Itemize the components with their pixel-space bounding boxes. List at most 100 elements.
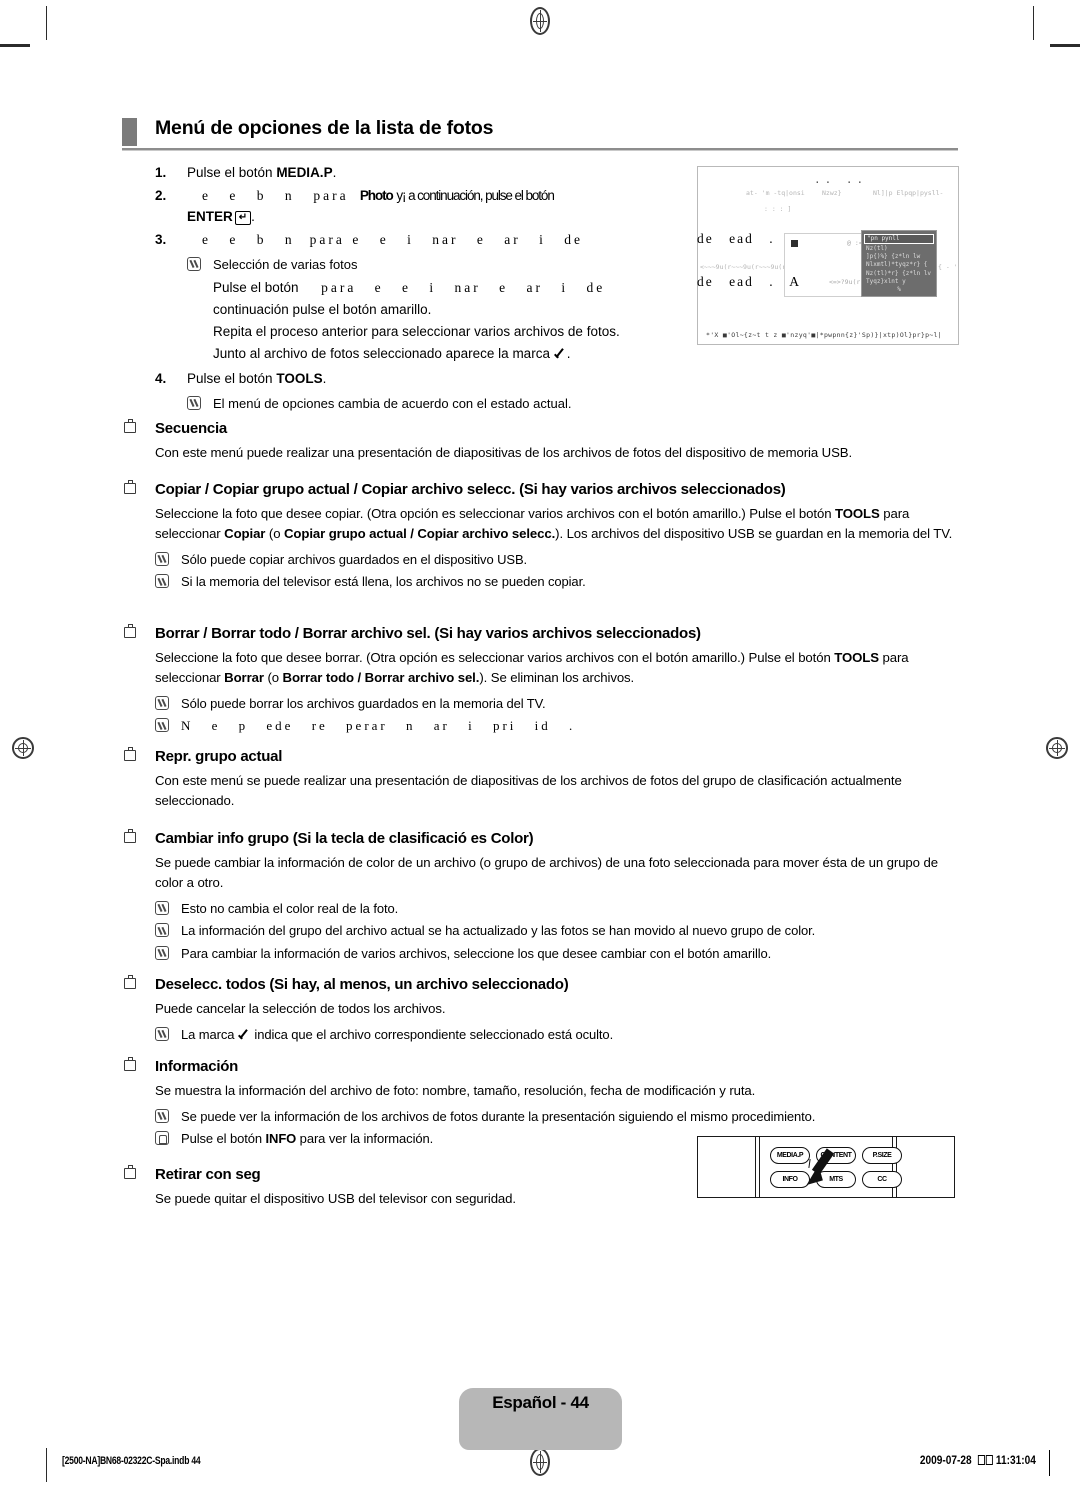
step-3-number: 3.	[155, 231, 167, 247]
tv-blur-top-3: Nl]|p Elpqp|pysll-	[873, 189, 944, 197]
paragraph: Seleccione la foto que desee borrar. (Ot…	[155, 648, 962, 688]
step-2-gap-1: e e b n	[202, 187, 295, 203]
figure-caption-a: de ead .	[697, 231, 775, 246]
missing-glyph-box	[985, 1455, 993, 1465]
paragraph: Puede cancelar la selección de todos los…	[155, 1001, 446, 1016]
note-item: Esto no cambia el color real de la foto.	[155, 899, 962, 919]
run-bold: TOOLS	[834, 650, 879, 665]
step-1-button-name: MEDIA.P	[276, 165, 333, 180]
note-text-after: indica que el archivo correspondiente se…	[254, 1026, 614, 1042]
note-pencil-icon	[155, 551, 169, 566]
tv-bottom-strip: *'X ■'Ol~{z~t t z ■'nzyq'■|*pwpnn{z}'Sp)…	[706, 331, 942, 339]
checkbox-bullet-icon	[124, 975, 136, 989]
run: ). Se eliminan los archivos.	[479, 669, 635, 685]
remote-button-p-size[interactable]: P.SIZE	[862, 1147, 902, 1164]
manual-page: Menú de opciones de la lista de fotos 1.…	[0, 0, 1080, 1488]
checkbox-bullet-icon	[124, 747, 136, 761]
note-pencil-icon	[155, 695, 169, 710]
run-bold: INFO	[265, 1131, 297, 1147]
step-3-mid: para	[309, 231, 345, 247]
note-text: Si la memoria del televisor está llena, …	[181, 574, 586, 590]
note-pencil-icon	[155, 1026, 169, 1041]
note-pencil-icon	[187, 395, 201, 410]
option-secuencia-body: Con este menú puede realizar una present…	[122, 443, 962, 463]
figure-caption-b: de ead . A	[697, 274, 801, 289]
tv-menu-item[interactable]: Tyqz}xlnt y	[862, 278, 936, 286]
note-text-degraded: N e p ede re perar n ar i pri id .	[181, 718, 576, 734]
option-deselecc-heading: Deselecc. todos (Si hay, al menos, un ar…	[122, 975, 962, 993]
step-4: 4. Pulse el botón TOOLS. El menú de opci…	[155, 369, 965, 413]
paragraph: Con este menú se puede realizar una pres…	[155, 773, 902, 808]
run-bold: Copiar grupo actual / Copiar archivo sel…	[284, 525, 556, 541]
tv-menu-item[interactable]: Nz(tl)*r} {z*ln lv	[862, 270, 936, 278]
run-bold: Copiar	[224, 525, 266, 541]
option-copiar: Copiar / Copiar grupo actual / Copiar ar…	[122, 480, 962, 595]
step-4-number: 4.	[155, 370, 167, 386]
step-4-button-name: TOOLS	[276, 370, 323, 386]
remote-button-cc[interactable]: CC	[862, 1171, 902, 1188]
remote-divider	[892, 1137, 893, 1197]
note-text: Sólo puede borrar los archivos guardados…	[181, 695, 546, 711]
option-secuencia-title: Secuencia	[155, 420, 227, 437]
tv-tools-menu[interactable]: "pn pynll Nz(tl) ]p{)%} {z*ln lw Nlxmtl)…	[861, 230, 937, 297]
tv-thumbnail	[791, 240, 798, 247]
checkbox-bullet-icon	[124, 1057, 136, 1071]
note-text: La información del grupo del archivo act…	[181, 923, 816, 939]
run: Seleccione la foto que desee borrar. (Ot…	[155, 650, 835, 665]
option-deselecc-todos: Deselecc. todos (Si hay, al menos, un ar…	[122, 975, 962, 1047]
step-2-period: .	[251, 208, 255, 224]
footer-timestamp: 2009-07-28 11:31:04	[920, 1455, 1036, 1467]
note-text: Sólo puede copiar archivos guardados en …	[181, 551, 528, 567]
step-4-note-text: El menú de opciones cambia de acuerdo co…	[213, 395, 572, 411]
multi-select-line1-gap: para e e i nar e ar i de	[321, 280, 606, 296]
note-item-degraded: N e p ede re perar n ar i pri id .	[155, 716, 962, 736]
option-copiar-heading: Copiar / Copiar grupo actual / Copiar ar…	[122, 480, 962, 498]
title-accent-tab	[122, 118, 137, 146]
tv-blur-top-1: at- 'm -tq|onsi	[746, 189, 805, 197]
note-item-checkmark: La marca indica que el archivo correspon…	[155, 1025, 962, 1045]
missing-glyph-box	[977, 1455, 985, 1465]
footer-file-code: [2500-NA]BN68-02322C-Spa.indb 44	[62, 1455, 201, 1467]
tv-dots: .. ..	[814, 173, 868, 186]
tv-blur-top-4: : : : ]	[764, 205, 792, 213]
paragraph: Se puede cambiar la información de color…	[155, 855, 938, 890]
tv-menu-selected-item[interactable]: "pn pynll	[864, 234, 934, 244]
option-borrar-body: Seleccione la foto que desee borrar. (Ot…	[122, 648, 962, 736]
tv-menu-item[interactable]: ]p{)%} {z*ln lw	[862, 253, 936, 261]
note-hand-icon	[155, 1131, 169, 1146]
remote-control-figure: MEDIA.P CONTENT P.SIZE INFO MTS CC	[697, 1136, 955, 1198]
page-number-badge: Español - 44	[459, 1388, 622, 1450]
checkmark-icon	[554, 348, 567, 359]
note-item: Sólo puede copiar archivos guardados en …	[155, 550, 962, 570]
page-title: Menú de opciones de la lista de fotos	[155, 117, 494, 139]
note-pencil-icon	[155, 945, 169, 960]
step-4-text-before: Pulse el botón	[187, 370, 277, 386]
step-2-mid: para	[313, 187, 349, 203]
step-4-note: El menú de opciones cambia de acuerdo co…	[187, 394, 965, 414]
paragraph: Se muestra la información del archivo de…	[155, 1083, 756, 1098]
tv-menu-item[interactable]: Nlxmtl)*tyqz*r} {	[862, 261, 936, 269]
note-pencil-icon	[187, 256, 201, 271]
paragraph: Seleccione la foto que desee copiar. (Ot…	[155, 504, 962, 544]
footer-rule	[1049, 1450, 1050, 1476]
tv-menu-item[interactable]: Nz(tl)	[862, 245, 936, 253]
option-borrar: Borrar / Borrar todo / Borrar archivo se…	[122, 624, 962, 739]
note-item: Se puede ver la información de los archi…	[155, 1107, 962, 1127]
option-cambiar-body: Se puede cambiar la información de color…	[122, 853, 962, 963]
step-4-text: Pulse el botón TOOLS.	[187, 369, 965, 390]
checkbox-bullet-icon	[124, 419, 136, 433]
run-bold: TOOLS	[835, 506, 880, 521]
multi-select-label: Selección de varias fotos	[213, 256, 358, 272]
note-pencil-icon	[155, 1108, 169, 1123]
run: Pulse el botón	[181, 1131, 266, 1147]
option-cambiar-info-grupo: Cambiar info grupo (Si la tecla de clasi…	[122, 829, 962, 966]
multi-select-line1-before: Pulse el botón	[213, 280, 299, 296]
remote-button-media-p[interactable]: MEDIA.P	[770, 1147, 810, 1164]
step-1-text-before: Pulse el botón	[187, 165, 277, 180]
note-pencil-icon	[155, 574, 169, 589]
tv-panel-sub: <=>?9u(r	[829, 278, 861, 286]
multi-select-line4-before: Junto al archivo de fotos seleccionado a…	[213, 345, 550, 361]
option-secuencia-heading: Secuencia	[122, 419, 962, 437]
remote-divider	[755, 1137, 756, 1197]
option-informacion-heading: Información	[122, 1057, 962, 1075]
